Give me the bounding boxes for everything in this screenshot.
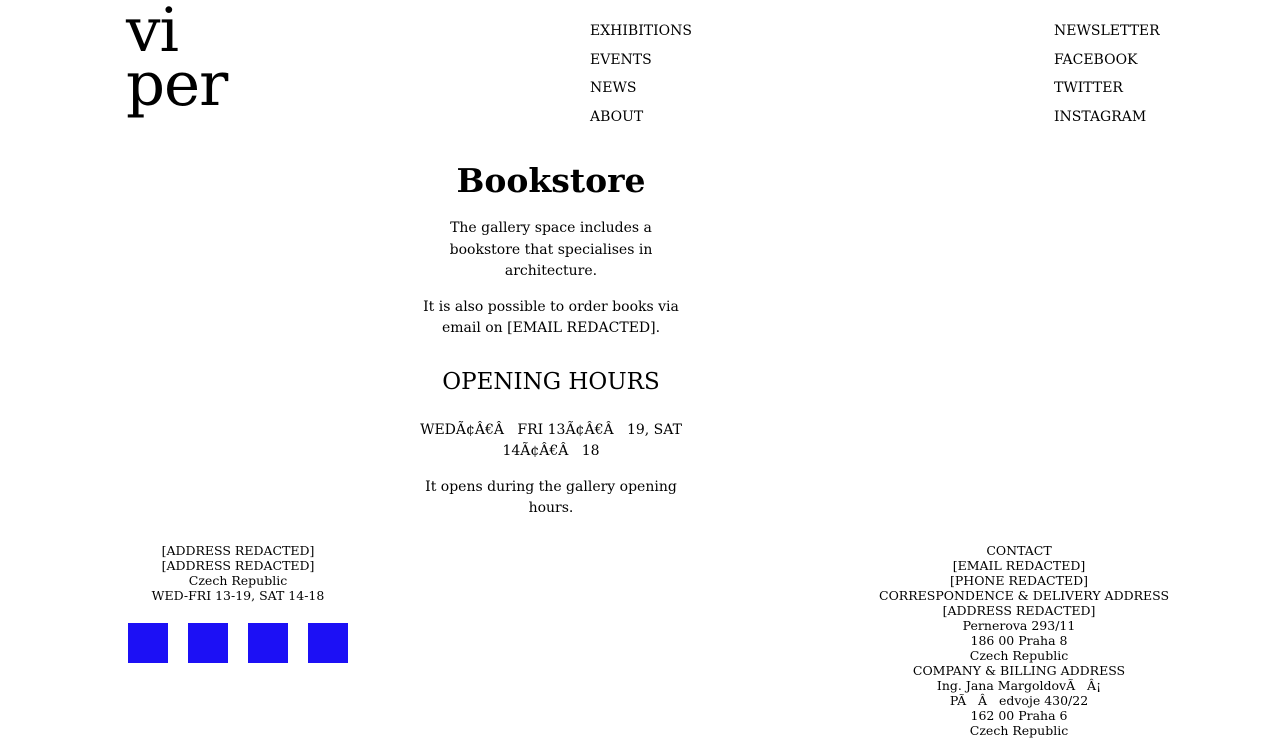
footer-address-line: [ADDRESS REDACTED] bbox=[161, 558, 315, 573]
footer-address-line: [ADDRESS REDACTED] bbox=[161, 543, 315, 558]
bookstore-intro: The gallery space includes a bookstore t… bbox=[449, 220, 653, 279]
correspondence-line: Pernerova 293/11 bbox=[962, 618, 1076, 633]
nav-item-newsletter[interactable]: NEWSLETTER bbox=[1054, 23, 1160, 39]
nav-item-facebook[interactable]: FACEBOOK bbox=[1054, 52, 1138, 68]
bookstore-order-info: It is also possible to order books via e… bbox=[423, 298, 679, 337]
footer-contact: CONTACT [EMAIL REDACTED] [PHONE REDACTED… bbox=[879, 543, 1170, 738]
square-icon[interactable] bbox=[128, 623, 168, 663]
page-title: Bookstore bbox=[456, 161, 646, 200]
footer-hours-line: WED-FRI 13-19, SAT 14-18 bbox=[151, 588, 325, 603]
correspondence-line: Czech Republic bbox=[969, 648, 1069, 663]
square-icon[interactable] bbox=[248, 623, 288, 663]
logo-link[interactable]: vi per bbox=[126, 0, 228, 120]
billing-line: PÃ Â edvoje 430/22 bbox=[949, 693, 1089, 708]
nav-item-about[interactable]: ABOUT bbox=[590, 109, 643, 125]
correspondence-heading: CORRESPONDENCE & DELIVERY ADDRESS bbox=[879, 588, 1170, 603]
billing-line: Ing. Jana MargoldovÃ Â¡ bbox=[936, 678, 1102, 693]
footer-address: [ADDRESS REDACTED] [ADDRESS REDACTED] Cz… bbox=[128, 543, 348, 603]
opening-hours-heading: OPENING HOURS bbox=[442, 368, 660, 395]
square-icon[interactable] bbox=[308, 623, 348, 663]
billing-heading: COMPANY & BILLING ADDRESS bbox=[912, 663, 1126, 678]
logo-line-2: per bbox=[126, 49, 228, 120]
correspondence-line: 186 00 Praha 8 bbox=[970, 633, 1068, 648]
billing-line: Czech Republic bbox=[969, 723, 1069, 738]
footer-icon-row bbox=[128, 623, 348, 663]
contact-email: [EMAIL REDACTED] bbox=[952, 558, 1086, 573]
nav-item-events[interactable]: EVENTS bbox=[590, 52, 652, 68]
main-nav: EXHIBITIONS EVENTS NEWS ABOUT bbox=[590, 17, 692, 132]
nav-item-instagram[interactable]: INSTAGRAM bbox=[1054, 109, 1146, 125]
nav-item-exhibitions[interactable]: EXHIBITIONS bbox=[590, 23, 692, 39]
main-content: Bookstore The gallery space includes a b… bbox=[414, 158, 688, 534]
footer-address-line: Czech Republic bbox=[188, 573, 288, 588]
nav-item-twitter[interactable]: TWITTER bbox=[1054, 80, 1123, 96]
correspondence-line: [ADDRESS REDACTED] bbox=[942, 603, 1096, 618]
square-icon[interactable] bbox=[188, 623, 228, 663]
billing-line: 162 00 Praha 6 bbox=[970, 708, 1068, 723]
opening-hours-text: WEDÃ¢Â€Â FRI 13Ã¢Â€Â 19, SAT 14Ã¢Â€Â 18 bbox=[420, 421, 682, 460]
contact-phone: [PHONE REDACTED] bbox=[950, 573, 1088, 588]
nav-item-news[interactable]: NEWS bbox=[590, 80, 636, 96]
contact-heading: CONTACT bbox=[986, 543, 1052, 558]
page: vi per EXHIBITIONS EVENTS NEWS ABOUT NEW… bbox=[0, 0, 1280, 744]
social-nav: NEWSLETTER FACEBOOK TWITTER INSTAGRAM bbox=[1054, 17, 1160, 132]
opening-hours-note: It opens during the gallery opening hour… bbox=[425, 478, 677, 517]
